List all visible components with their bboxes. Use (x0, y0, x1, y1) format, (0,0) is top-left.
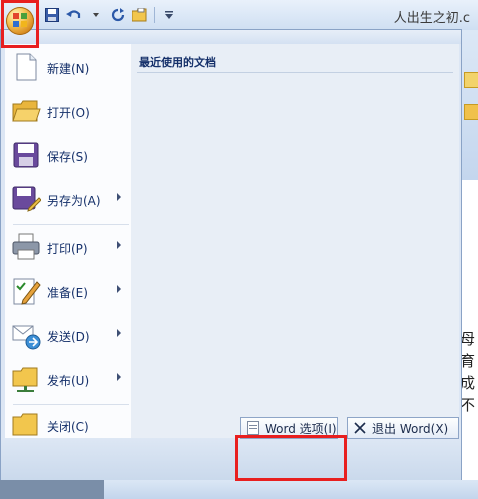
menu-item-save-as[interactable]: 另存为(A) (5, 178, 131, 222)
close-folder-icon (12, 413, 38, 436)
menu-item-publish[interactable]: 发布(U) (5, 358, 131, 402)
menu-divider (13, 224, 129, 225)
undo-icon (66, 10, 81, 18)
send-icon (12, 325, 41, 350)
title-bar: 人出生之初.c (0, 0, 478, 31)
exit-word-label: 退出 Word(X) (372, 421, 449, 436)
close-icon (354, 422, 366, 434)
menu-item-label: 新建(N) (47, 62, 90, 76)
menu-item-label: 打开(O) (47, 106, 90, 120)
open-folder-icon (132, 8, 147, 22)
redo-button[interactable] (110, 7, 126, 23)
submenu-arrow-icon (117, 193, 121, 201)
publish-icon (12, 367, 38, 392)
recent-documents-pane: 最近使用的文档 (131, 44, 459, 438)
menu-item-label: 关闭(C) (47, 420, 89, 434)
save-icon (13, 142, 39, 168)
submenu-arrow-icon (117, 373, 121, 381)
menu-item-label: 准备(E) (47, 286, 88, 300)
ribbon-icon (464, 72, 478, 88)
menu-bottom-bar (1, 438, 461, 480)
chevron-down-icon (93, 13, 99, 17)
undo-button[interactable] (66, 7, 82, 23)
menu-item-label: 发布(U) (47, 374, 90, 388)
status-bar-left (0, 480, 104, 499)
printer-icon (12, 233, 40, 260)
save-as-icon (12, 186, 41, 212)
quick-access-toolbar (44, 6, 177, 24)
document-char: 不 (460, 396, 476, 414)
ribbon-icon (464, 104, 478, 120)
document-char: 母 (460, 330, 476, 348)
recent-documents-header: 最近使用的文档 (139, 56, 216, 69)
office-menu: 新建(N) 打开(O) 保存(S) 另存为(A) 打印(P) 准备(E) 发送(… (0, 29, 462, 480)
document-char: 成 (460, 374, 476, 392)
document-text: 母 育 成 不 (460, 328, 478, 416)
menu-item-prepare[interactable]: 准备(E) (5, 270, 131, 314)
submenu-arrow-icon (117, 241, 121, 249)
menu-item-label: 保存(S) (47, 150, 88, 164)
highlight-box (1, 0, 39, 48)
menu-top-strip (1, 30, 461, 44)
undo-dropdown[interactable] (88, 7, 104, 23)
redo-icon (111, 8, 125, 22)
customize-qat-button[interactable] (161, 7, 177, 23)
document-title: 人出生之初.c (393, 11, 470, 26)
toolbar-separator (154, 7, 155, 23)
menu-item-print[interactable]: 打印(P) (5, 226, 131, 270)
menu-item-label: 另存为(A) (47, 194, 101, 208)
recent-header-divider (137, 72, 453, 73)
document-char: 育 (460, 352, 476, 370)
menu-commands: 新建(N) 打开(O) 保存(S) 另存为(A) 打印(P) 准备(E) 发送(… (5, 44, 132, 438)
menu-item-label: 打印(P) (47, 242, 88, 256)
new-document-icon (16, 53, 37, 81)
submenu-arrow-icon (117, 285, 121, 293)
open-qat-button[interactable] (132, 7, 148, 23)
exit-word-button[interactable]: 退出 Word(X) (347, 417, 459, 439)
save-qat-button[interactable] (44, 7, 60, 23)
highlight-box (235, 435, 347, 481)
menu-item-save[interactable]: 保存(S) (5, 134, 131, 178)
menu-item-open[interactable]: 打开(O) (5, 90, 131, 134)
menu-item-new[interactable]: 新建(N) (5, 46, 131, 90)
submenu-arrow-icon (117, 329, 121, 337)
save-icon (45, 8, 59, 22)
word-options-label: Word 选项(I) (265, 421, 337, 436)
prepare-icon (13, 278, 41, 305)
open-folder-icon (12, 100, 41, 122)
options-document-icon (247, 421, 259, 435)
menu-item-send[interactable]: 发送(D) (5, 314, 131, 358)
menu-item-label: 发送(D) (47, 330, 90, 344)
customize-icon (165, 11, 173, 19)
